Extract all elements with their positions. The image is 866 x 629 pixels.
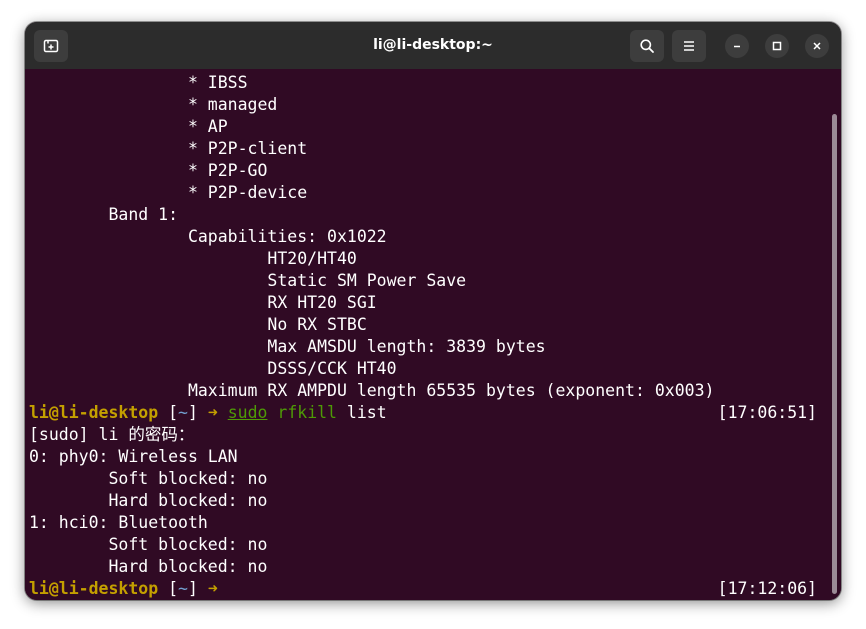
output-line: Soft blocked: no bbox=[29, 469, 268, 488]
prompt-user: li@li-desktop bbox=[29, 403, 159, 422]
search-button[interactable] bbox=[630, 30, 664, 62]
hamburger-menu-icon bbox=[684, 41, 694, 51]
output-line: Hard blocked: no bbox=[29, 557, 268, 576]
command-args: list bbox=[337, 403, 387, 422]
prompt-line[interactable]: li@li-desktop [~] ➜ [17:12:06] bbox=[29, 578, 819, 600]
command-sudo: sudo bbox=[227, 403, 268, 422]
minimize-button[interactable] bbox=[725, 34, 749, 58]
command-name: rfkill bbox=[277, 403, 337, 422]
output-line: 0: phy0: Wireless LAN bbox=[29, 447, 238, 466]
maximize-icon bbox=[772, 41, 782, 51]
output-line: * managed bbox=[29, 95, 278, 114]
scrollbar[interactable] bbox=[832, 114, 837, 594]
output-line: * P2P-client bbox=[29, 139, 308, 158]
prompt-path: ~ bbox=[178, 403, 188, 422]
output-line: Max AMSDU length: 3839 bytes bbox=[29, 337, 546, 356]
output-line: * P2P-device bbox=[29, 183, 308, 202]
terminal-output[interactable]: * IBSS * managed * AP * P2P-client * P2P… bbox=[25, 69, 841, 600]
close-icon bbox=[813, 42, 821, 50]
prompt-bracket-open: [ bbox=[158, 579, 179, 598]
output-line: RX HT20 SGI bbox=[29, 293, 377, 312]
output-line: Capabilities: 0x1022 bbox=[29, 227, 387, 246]
output-line: Hard blocked: no bbox=[29, 491, 268, 510]
search-icon bbox=[640, 39, 654, 53]
menu-button[interactable] bbox=[672, 30, 706, 62]
output-line: DSSS/CCK HT40 bbox=[29, 359, 397, 378]
prompt-user: li@li-desktop bbox=[29, 579, 159, 598]
maximize-button[interactable] bbox=[765, 34, 789, 58]
output-line: * P2P-GO bbox=[29, 161, 268, 180]
output-line: 1: hci0: Bluetooth bbox=[29, 513, 208, 532]
close-button[interactable] bbox=[805, 34, 829, 58]
window-title: li@li-desktop:~ bbox=[373, 37, 493, 53]
terminal-window: li@li-desktop:~ * IBSS * managed * AP * … bbox=[25, 22, 841, 600]
output-line: Soft blocked: no bbox=[29, 535, 268, 554]
prompt-arrow-icon: ➜ bbox=[207, 403, 218, 422]
minimize-icon bbox=[734, 45, 740, 48]
output-line: * IBSS bbox=[29, 73, 248, 92]
prompt-timestamp: [17:06:51] bbox=[717, 403, 817, 422]
output-line: No RX STBC bbox=[29, 315, 367, 334]
output-line: [sudo] li 的密码： bbox=[29, 425, 195, 444]
prompt-line: li@li-desktop [~] ➜ sudo rfkill list [17:… bbox=[29, 402, 819, 424]
output-line: Maximum RX AMPDU length 65535 bytes (exp… bbox=[29, 381, 715, 400]
prompt-arrow-icon: ➜ bbox=[207, 579, 218, 598]
output-line: * AP bbox=[29, 117, 228, 136]
title-bar[interactable]: li@li-desktop:~ bbox=[25, 22, 841, 69]
prompt-bracket-close: ] bbox=[187, 403, 208, 422]
prompt-bracket-open: [ bbox=[158, 403, 179, 422]
prompt-path: ~ bbox=[178, 579, 188, 598]
prompt-bracket-close: ] bbox=[187, 579, 208, 598]
output-line: Band 1: bbox=[29, 205, 179, 224]
output-line: HT20/HT40 bbox=[29, 249, 357, 268]
prompt-timestamp: [17:12:06] bbox=[717, 579, 817, 598]
output-line: Static SM Power Save bbox=[29, 271, 467, 290]
